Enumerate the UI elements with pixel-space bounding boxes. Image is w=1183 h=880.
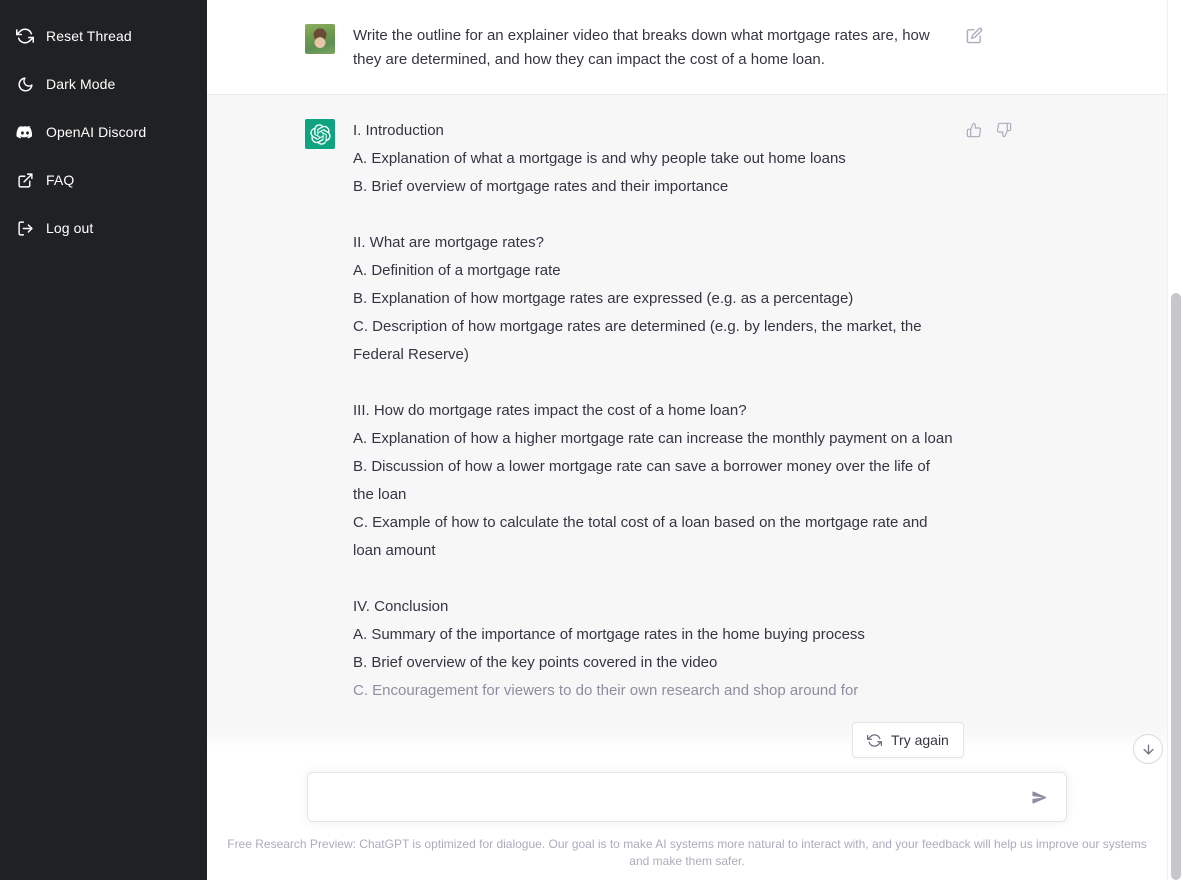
- sidebar-item-openai-discord[interactable]: OpenAI Discord: [0, 108, 207, 156]
- user-message: Write the outline for an explainer video…: [207, 0, 1167, 95]
- assistant-message: I. Introduction A. Explanation of what a…: [207, 95, 1167, 745]
- try-again-button[interactable]: Try again: [852, 722, 964, 758]
- assistant-line: B. Brief overview of the key points cove…: [353, 654, 718, 671]
- footer-disclaimer: Free Research Preview: ChatGPT is optimi…: [227, 837, 1147, 868]
- assistant-line: A. Explanation of how a higher mortgage …: [353, 430, 953, 447]
- assistant-line: A. Summary of the importance of mortgage…: [353, 626, 865, 643]
- sidebar-item-reset-thread[interactable]: Reset Thread: [0, 12, 207, 60]
- sidebar-item-label: Dark Mode: [46, 76, 116, 92]
- sidebar: Reset Thread Dark Mode OpenAI Discord FA…: [0, 0, 207, 880]
- assistant-line: A. Explanation of what a mortgage is and…: [353, 150, 846, 167]
- refresh-icon: [867, 733, 882, 748]
- scrollbar-thumb[interactable]: [1171, 293, 1181, 880]
- sidebar-item-log-out[interactable]: Log out: [0, 204, 207, 252]
- assistant-line-blank: [353, 565, 953, 593]
- avatar: [305, 119, 335, 149]
- assistant-line: III. How do mortgage rates impact the co…: [353, 402, 747, 419]
- assistant-line-cutoff: C. Encouragement for viewers to do their…: [353, 682, 859, 699]
- composer-area: Free Research Preview: ChatGPT is optimi…: [207, 726, 1167, 880]
- arrow-down-icon: [1141, 742, 1156, 757]
- thumbs-down-icon[interactable]: [995, 121, 1013, 139]
- user-avatar-column: [207, 22, 353, 72]
- assistant-line: B. Explanation of how mortgage rates are…: [353, 290, 854, 307]
- send-button[interactable]: [1026, 784, 1052, 810]
- reset-icon: [16, 27, 34, 45]
- assistant-line-blank: [353, 369, 953, 397]
- moon-icon: [16, 75, 34, 93]
- assistant-line: C. Example of how to calculate the total…: [353, 514, 928, 559]
- discord-icon: [16, 123, 34, 141]
- assistant-line: A. Definition of a mortgage rate: [353, 262, 561, 279]
- message-input[interactable]: [324, 773, 1026, 821]
- send-arrow-icon: [1031, 789, 1048, 806]
- assistant-line: I. Introduction: [353, 122, 444, 139]
- external-link-icon: [16, 171, 34, 189]
- sidebar-item-label: Log out: [46, 220, 94, 236]
- thumbs-up-icon[interactable]: [965, 121, 983, 139]
- assistant-line: IV. Conclusion: [353, 598, 449, 615]
- vertical-scrollbar[interactable]: [1167, 0, 1183, 880]
- chatgpt-app: Reset Thread Dark Mode OpenAI Discord FA…: [0, 0, 1183, 880]
- sidebar-item-label: OpenAI Discord: [46, 124, 147, 140]
- assistant-line: II. What are mortgage rates?: [353, 234, 544, 251]
- main-panel: Write the outline for an explainer video…: [207, 0, 1183, 880]
- assistant-line: C. Description of how mortgage rates are…: [353, 318, 922, 363]
- sidebar-item-label: FAQ: [46, 172, 75, 188]
- avatar: [305, 24, 335, 54]
- assistant-message-actions: [953, 117, 1073, 723]
- sidebar-item-label: Reset Thread: [46, 28, 132, 44]
- assistant-message-text: I. Introduction A. Explanation of what a…: [353, 117, 953, 723]
- sidebar-item-faq[interactable]: FAQ: [0, 156, 207, 204]
- composer-box[interactable]: [307, 772, 1067, 822]
- logout-icon: [16, 219, 34, 237]
- user-message-text: Write the outline for an explainer video…: [353, 27, 930, 68]
- edit-pencil-icon[interactable]: [965, 26, 983, 44]
- assistant-line: B. Brief overview of mortgage rates and …: [353, 178, 729, 195]
- scroll-to-bottom-button[interactable]: [1133, 734, 1163, 764]
- assistant-line: B. Discussion of how a lower mortgage ra…: [353, 458, 930, 503]
- conversation-thread: Write the outline for an explainer video…: [207, 0, 1167, 880]
- user-message-actions: [953, 22, 1073, 72]
- assistant-avatar-column: [207, 117, 353, 723]
- sidebar-item-dark-mode[interactable]: Dark Mode: [0, 60, 207, 108]
- try-again-label: Try again: [891, 732, 949, 748]
- assistant-line-blank: [353, 201, 953, 229]
